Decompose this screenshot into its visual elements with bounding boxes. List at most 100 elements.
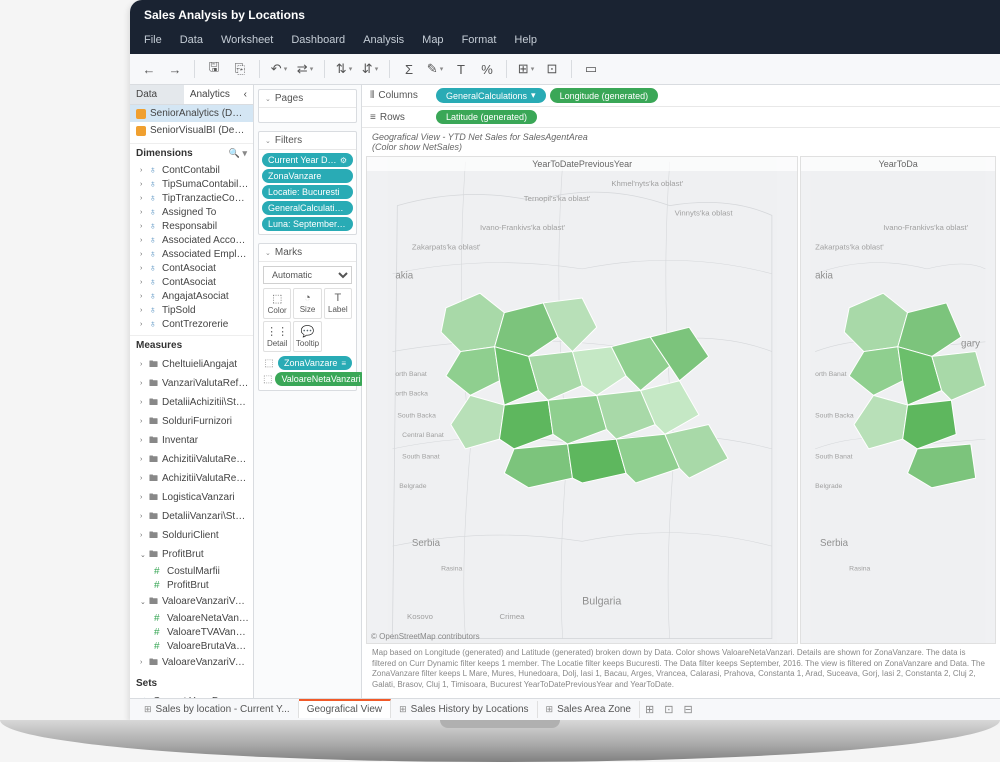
menu-worksheet[interactable]: Worksheet	[221, 34, 273, 46]
datasource-label: SeniorVisualBI (Demo...	[150, 125, 247, 136]
menu-data[interactable]: Data	[180, 34, 203, 46]
sheet-tab[interactable]: ⊞Sales History by Locations	[391, 701, 537, 718]
measure-item[interactable]: #ValoareNetaVanzariV...	[130, 611, 253, 625]
measure-item[interactable]: #CostulMarfii	[130, 564, 253, 578]
measure-item[interactable]: #ValoareBrutaVanzariV...	[130, 639, 253, 653]
presentation-button[interactable]: ▭	[580, 58, 602, 80]
sort-desc-button[interactable]: ⇵	[359, 58, 381, 80]
nav-back-button[interactable]: ←	[138, 58, 160, 80]
measure-item[interactable]: #ProfitBrut	[130, 578, 253, 592]
measure-folder[interactable]: ›🖿SolduriFurnizori	[130, 412, 253, 431]
measure-folder[interactable]: ›🖿LogisticaVanzari	[130, 488, 253, 507]
filter-pill[interactable]: ZonaVanzare	[262, 169, 353, 183]
menu-dashboard[interactable]: Dashboard	[291, 34, 345, 46]
column-pill[interactable]: GeneralCalculations▾	[436, 88, 546, 103]
measure-item[interactable]: #ValoareTVAVanzariV...	[130, 625, 253, 639]
measures-header: Measures	[130, 335, 253, 355]
data-tab[interactable]: Data	[130, 85, 184, 104]
marks-type-select[interactable]: Automatic	[263, 266, 352, 284]
measure-folder[interactable]: ⌄🖿ValoareVanzariValutaD...	[130, 592, 253, 611]
filters-shelf[interactable]: ⌄Filters Current Year Dyn...⚙ ZonaVanzar…	[258, 131, 357, 235]
filter-pill[interactable]: Current Year Dyn...⚙	[262, 153, 353, 167]
dimension-item[interactable]: ›♁Assigned To	[130, 205, 253, 219]
highlight-button[interactable]: ✎	[424, 58, 446, 80]
sort-icon: ≡	[341, 359, 346, 368]
marks-size-button[interactable]: ◔Size	[293, 288, 321, 319]
marks-pill[interactable]: ZonaVanzare≡	[278, 356, 352, 370]
pages-shelf[interactable]: ⌄Pages	[258, 89, 357, 123]
marks-label-button[interactable]: TLabel	[324, 288, 352, 319]
marks-color-button[interactable]: ⬚Color	[263, 288, 291, 319]
dimension-item[interactable]: ›♁TipSumaContabilitate	[130, 177, 253, 191]
measure-folder[interactable]: ›🖿Inventar	[130, 431, 253, 450]
measure-folder[interactable]: ›🖿DetaliiVanzari\Statistici	[130, 507, 253, 526]
fit-dropdown[interactable]: ⊞	[515, 58, 537, 80]
menu-file[interactable]: File	[144, 34, 162, 46]
laptop-notch	[440, 720, 560, 728]
pages-label: Pages	[275, 93, 303, 104]
sheet-tab[interactable]: ⊞Sales by location - Current Y...	[136, 701, 299, 718]
save-button[interactable]: 🖫	[203, 58, 225, 80]
new-dashboard-button[interactable]: ⊡	[659, 701, 678, 718]
new-story-button[interactable]: ⊟	[678, 701, 697, 718]
sort-asc-button[interactable]: ⇅	[333, 58, 355, 80]
measure-folder[interactable]: ›🖿DetaliiAchizitii\Statist...	[130, 393, 253, 412]
measure-folder[interactable]: ›🖿AchizitiiValutaReferinta	[130, 469, 253, 488]
new-worksheet-button[interactable]: ⊞	[640, 701, 659, 718]
filter-pill[interactable]: Luna: September, 2...	[262, 217, 353, 231]
measure-folder[interactable]: ›🖿AchizitiiValutaReferint...	[130, 450, 253, 469]
dimension-item[interactable]: ›♁ContTrezorerie	[130, 317, 253, 331]
worksheet-icon: ⊞	[144, 704, 152, 715]
dimension-item[interactable]: ›♁ContContabil	[130, 163, 253, 177]
search-icon[interactable]: 🔍 ▾	[229, 148, 247, 159]
view-title: Geografical View - YTD Net Sales for Sal…	[362, 128, 1000, 156]
filter-options-icon[interactable]: ⚙	[340, 156, 347, 165]
rows-icon: ≡	[370, 112, 376, 123]
map-left[interactable]: YearToDatePreviousYear	[366, 156, 798, 644]
measure-folder[interactable]: ›🖿CheltuieliAngajat	[130, 355, 253, 374]
dimension-item[interactable]: ›♁ContAsociat	[130, 261, 253, 275]
rows-shelf[interactable]: ≡Rows Latitude (generated)	[362, 107, 1000, 128]
svg-text:Bulgaria: Bulgaria	[582, 596, 621, 608]
color-icon: ⬚	[265, 292, 289, 305]
redo-button[interactable]: ⇄	[294, 58, 316, 80]
filter-pill[interactable]: Locatie: Bucuresti	[262, 185, 353, 199]
totals-button[interactable]: Σ	[398, 58, 420, 80]
menu-map[interactable]: Map	[422, 34, 443, 46]
map-right[interactable]: YearToDa	[800, 156, 996, 644]
new-datasource-button[interactable]: ⎘	[229, 58, 251, 80]
marks-detail-button[interactable]: ⋮⋮Detail	[263, 321, 291, 352]
marks-tooltip-button[interactable]: 💬Tooltip	[293, 321, 321, 352]
analytics-tab[interactable]: Analytics	[184, 85, 238, 104]
dimension-item[interactable]: ›♁TipSold	[130, 303, 253, 317]
measure-folder[interactable]: ›🖿VanzariValutaReferinta...	[130, 374, 253, 393]
undo-button[interactable]: ↶	[268, 58, 290, 80]
format-button[interactable]: %	[476, 58, 498, 80]
measure-folder[interactable]: ⌄🖿ProfitBrut	[130, 545, 253, 564]
menu-format[interactable]: Format	[462, 34, 497, 46]
dimension-item[interactable]: ›♁AngajatAsociat	[130, 289, 253, 303]
dimension-item[interactable]: ›♁Responsabil	[130, 219, 253, 233]
menu-analysis[interactable]: Analysis	[363, 34, 404, 46]
dimension-item[interactable]: ›♁TipTranzactieContabila	[130, 191, 253, 205]
datasource-item[interactable]: SeniorAnalytics (Dem...	[130, 105, 253, 122]
dimension-item[interactable]: ›♁Associated Account	[130, 233, 253, 247]
menu-help[interactable]: Help	[514, 34, 537, 46]
marks-pill[interactable]: ValoareNetaVanzari	[275, 372, 366, 386]
tooltip-icon: 💬	[295, 325, 319, 338]
dimension-item[interactable]: ›♁Associated Employee	[130, 247, 253, 261]
collapse-panel-icon[interactable]: ‹	[238, 85, 253, 104]
measure-folder[interactable]: ›🖿SolduriClient	[130, 526, 253, 545]
datasource-item[interactable]: SeniorVisualBI (Demo...	[130, 122, 253, 139]
text-button[interactable]: T	[450, 58, 472, 80]
row-pill[interactable]: Latitude (generated)	[436, 110, 537, 124]
showme-button[interactable]: ⊡	[541, 58, 563, 80]
column-pill[interactable]: Longitude (generated)	[550, 88, 659, 103]
filter-pill[interactable]: GeneralCalculations	[262, 201, 353, 215]
nav-forward-button[interactable]: →	[164, 58, 186, 80]
measure-folder[interactable]: ›🖿ValoareVanzariValutaR...	[130, 653, 253, 672]
sheet-tab[interactable]: Geografical View	[299, 699, 391, 718]
dimension-item[interactable]: ›♁ContAsociat	[130, 275, 253, 289]
sheet-tab[interactable]: ⊞Sales Area Zone	[538, 701, 640, 718]
columns-shelf[interactable]: ⦀Columns GeneralCalculations▾ Longitude …	[362, 85, 1000, 107]
